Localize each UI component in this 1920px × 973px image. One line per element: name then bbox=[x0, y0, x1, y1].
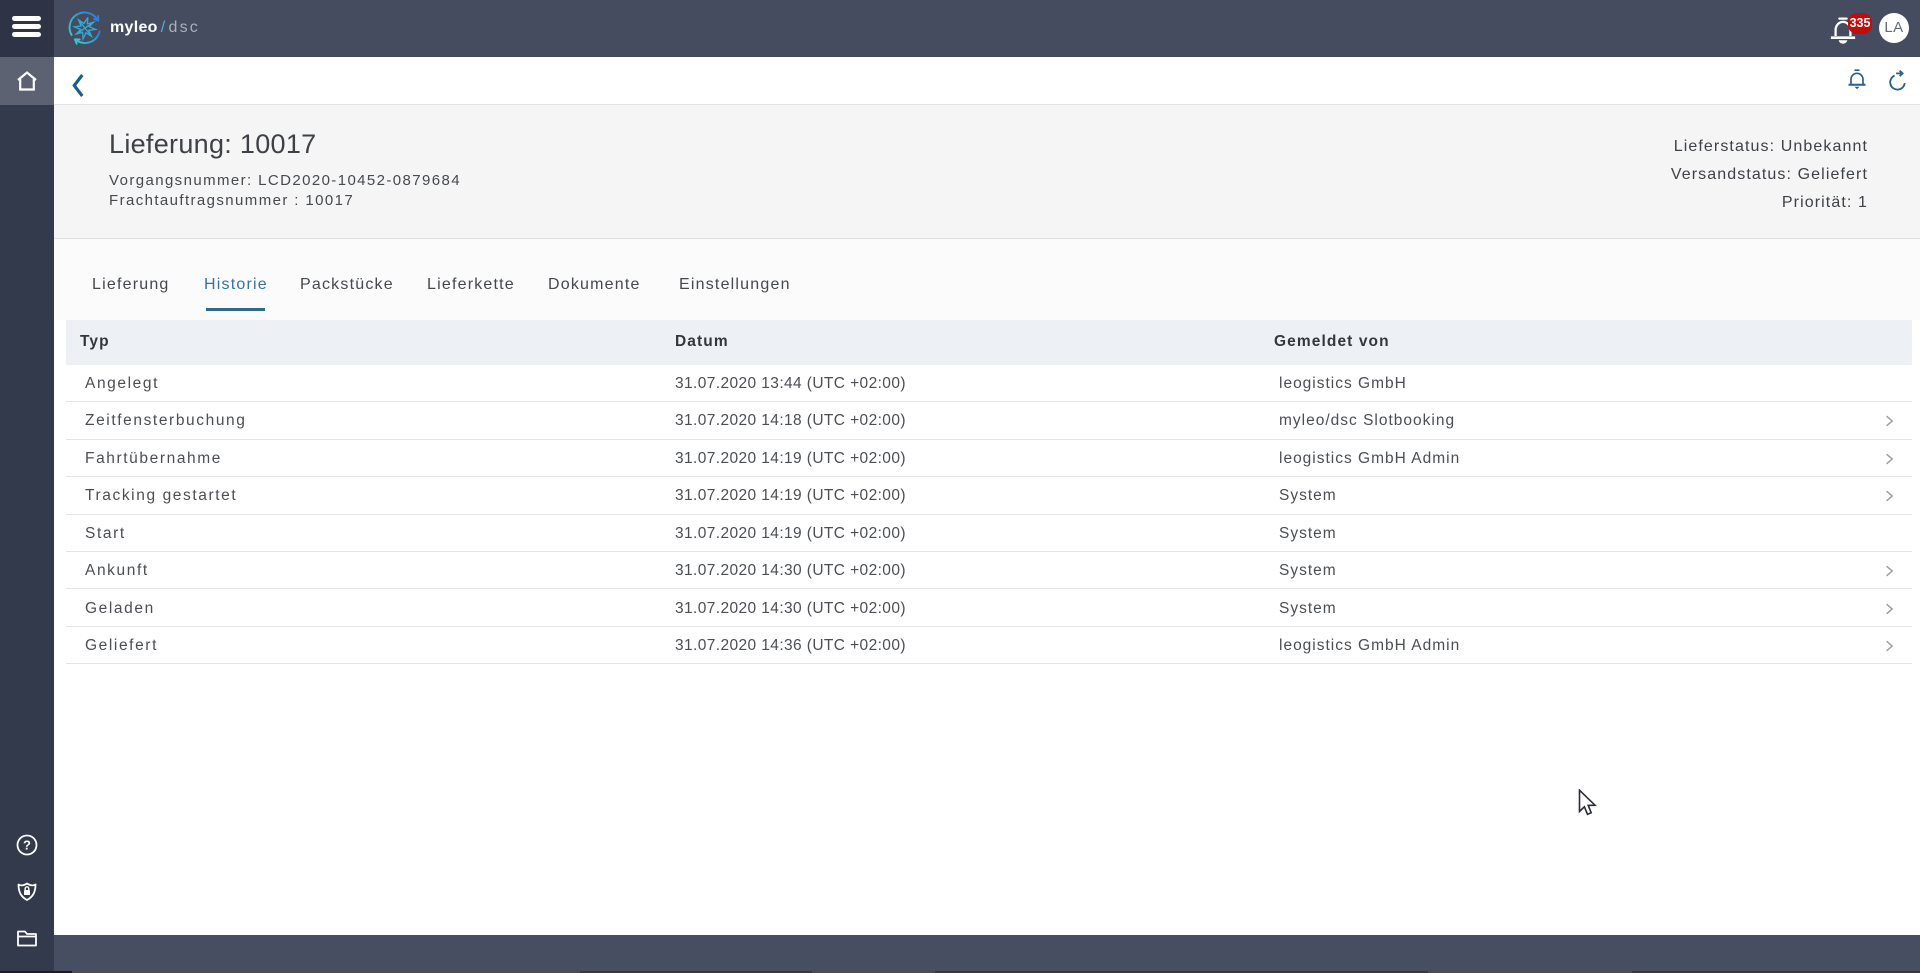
svg-text:?: ? bbox=[23, 838, 31, 853]
